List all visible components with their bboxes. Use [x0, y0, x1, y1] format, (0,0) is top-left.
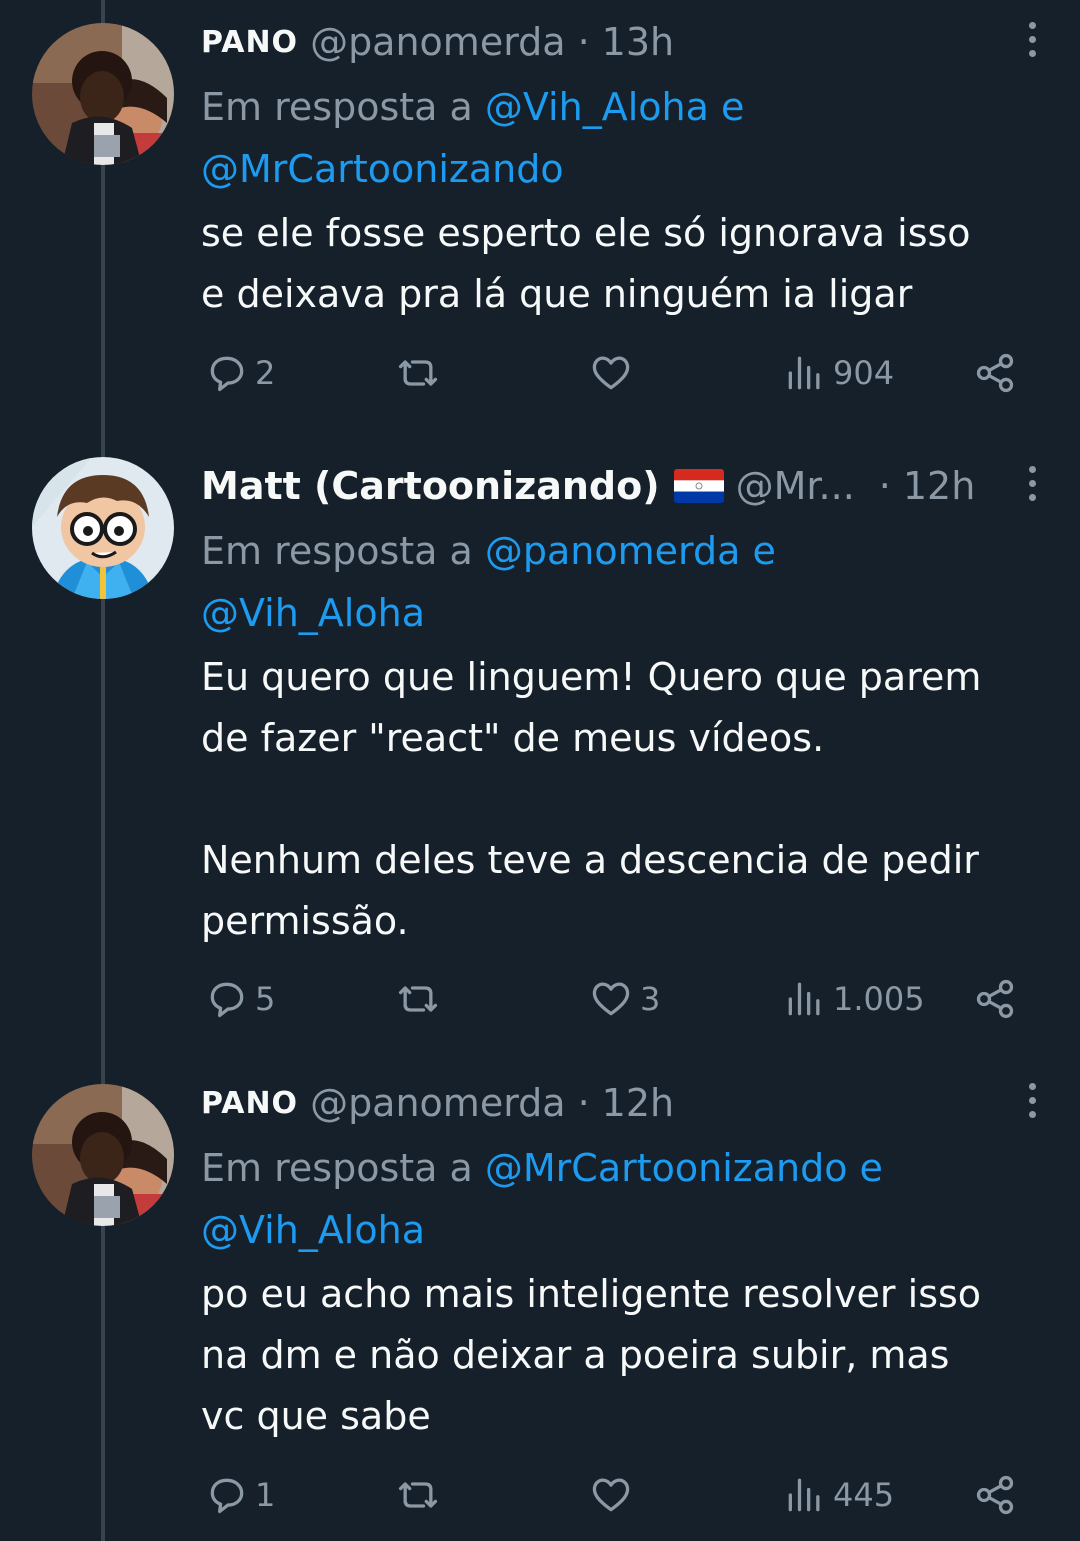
retweet-icon [398, 360, 438, 386]
like-count: 3 [640, 980, 661, 1018]
views-count: 904 [833, 354, 895, 392]
display-name[interactable]: PANO [201, 25, 298, 60]
share-icon [976, 979, 1014, 1019]
views-button[interactable]: 1.005 [783, 974, 925, 1024]
more-icon[interactable] [1026, 22, 1038, 62]
like-button[interactable] [588, 1470, 634, 1520]
avatar[interactable] [32, 1084, 174, 1226]
mention-link[interactable]: @panomerda e [485, 529, 776, 573]
mention-link[interactable]: @MrCartoonizando [201, 147, 564, 191]
reply-prefix: Em resposta a [201, 1146, 473, 1190]
share-icon [976, 1475, 1014, 1515]
mention-link[interactable]: @Vih_Aloha [201, 1208, 425, 1252]
retweet-icon [398, 1482, 438, 1508]
timestamp[interactable]: 12h [602, 1081, 674, 1125]
like-button[interactable]: 3 [588, 974, 660, 1024]
more-icon[interactable] [1026, 466, 1038, 506]
reply-icon [210, 982, 244, 1018]
views-button[interactable]: 904 [783, 348, 894, 398]
user-handle[interactable]: @panomerda [310, 1081, 566, 1125]
display-name[interactable]: PANO [201, 1086, 298, 1121]
reply-icon [210, 356, 244, 392]
reply-prefix: Em resposta a [201, 529, 473, 573]
timestamp[interactable]: 12h [903, 464, 975, 508]
retweet-button[interactable] [395, 1470, 441, 1520]
reply-button[interactable]: 1 [205, 1470, 275, 1520]
retweet-button[interactable] [395, 348, 441, 398]
reply-to-line: Em resposta a @Vih_Aloha e @MrCartooniza… [201, 76, 1041, 200]
timestamp[interactable]: 13h [602, 20, 674, 64]
action-bar: 2 904 [201, 348, 1031, 398]
share-button[interactable] [973, 974, 1017, 1024]
like-icon [592, 982, 630, 1016]
tweet-2[interactable]: Matt (Cartoonizando) @Mr... · 12h Em res… [0, 444, 1080, 1064]
user-handle[interactable]: @Mr... [736, 464, 855, 508]
views-button[interactable]: 445 [783, 1470, 894, 1520]
tweet-1[interactable]: PANO @panomerda · 13h Em resposta a @Vih… [0, 0, 1080, 430]
like-icon [592, 1478, 630, 1512]
reply-button[interactable]: 5 [205, 974, 275, 1024]
share-button[interactable] [973, 1470, 1017, 1520]
views-count: 445 [833, 1476, 895, 1514]
avatar[interactable] [32, 23, 174, 165]
reply-to-line: Em resposta a @MrCartoonizando e @Vih_Al… [201, 1137, 1041, 1261]
separator-dot: · [577, 20, 590, 64]
tweet-text: Eu quero que linguem! Quero que parem de… [201, 655, 982, 943]
tweet-header: PANO @panomerda · 12h [201, 1075, 1001, 1131]
profile-photo-icon [32, 1084, 174, 1226]
tweet-header: PANO @panomerda · 13h [201, 14, 1001, 70]
reply-count: 2 [255, 354, 276, 392]
reply-button[interactable]: 2 [205, 348, 275, 398]
tweet-text: po eu acho mais inteligente resolver iss… [201, 1272, 982, 1438]
separator-dot: · [878, 464, 891, 508]
views-icon [788, 982, 820, 1016]
reply-prefix: Em resposta a [201, 85, 473, 129]
reply-count: 1 [255, 1476, 276, 1514]
retweet-icon [398, 986, 438, 1012]
mention-link[interactable]: @Vih_Aloha [201, 591, 425, 635]
share-button[interactable] [973, 348, 1017, 398]
separator-dot: · [577, 1081, 590, 1125]
mention-link[interactable]: @Vih_Aloha e [485, 85, 744, 129]
views-count: 1.005 [833, 980, 925, 1018]
action-bar: 5 3 1.005 [201, 974, 1031, 1024]
paraguay-flag-icon [673, 469, 724, 503]
views-icon [788, 1478, 820, 1512]
share-icon [976, 353, 1014, 393]
tweet-header: Matt (Cartoonizando) @Mr... · 12h [201, 458, 1001, 514]
avatar[interactable] [32, 457, 174, 599]
tweet-3[interactable]: PANO @panomerda · 12h Em resposta a @MrC… [0, 1061, 1080, 1541]
mention-link[interactable]: @MrCartoonizando e [485, 1146, 883, 1190]
like-button[interactable] [588, 348, 634, 398]
more-icon[interactable] [1026, 1083, 1038, 1123]
reply-count: 5 [255, 980, 276, 1018]
user-handle[interactable]: @panomerda [310, 20, 566, 64]
profile-photo-icon [32, 23, 174, 165]
tweet-text: se ele fosse esperto ele só ignorava iss… [201, 211, 971, 316]
reply-icon [210, 1478, 244, 1514]
display-name[interactable]: Matt (Cartoonizando) [201, 464, 660, 508]
reply-to-line: Em resposta a @panomerda e @Vih_Aloha [201, 520, 1041, 644]
views-icon [788, 356, 820, 390]
like-icon [592, 356, 630, 390]
cartoon-avatar-icon [32, 457, 174, 599]
retweet-button[interactable] [395, 974, 441, 1024]
action-bar: 1 445 [201, 1470, 1031, 1520]
